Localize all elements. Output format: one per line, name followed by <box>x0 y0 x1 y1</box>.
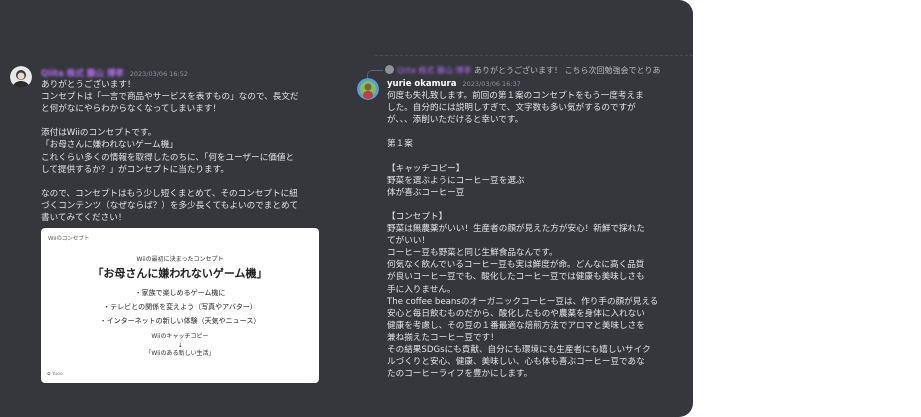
attachment-title: 「お母さんに嫌われないゲーム機」 <box>92 267 268 280</box>
right-message-panel: Qiita 株式 藤山 博孝 ありがとうございます！ こちら次回勉強会でとりあ … <box>345 0 693 417</box>
message-header: Qiita 株式 藤山 博孝 2023/03/06 16:52 <box>41 67 188 79</box>
message-line: した。自分的には説明しすぎで、文字数も多い気がするのですが <box>387 103 636 114</box>
message-body: 何度も失礼致します。前回の第１案のコンセプトをもう一度考えま した。自分的には説明… <box>387 90 658 380</box>
message-line: 何気なく飲んでいるコーヒー豆も実は鮮度が命。どんなに高く品質 <box>387 260 645 271</box>
attachment-bullet: ・家族で楽しめるゲーム機に <box>134 289 226 297</box>
message-line: コンセプトは「一言で商品やサービスを表すもの」なので、長文だ <box>41 92 299 103</box>
message-line: 体が喜ぶコーヒー豆 <box>387 187 465 198</box>
message-line: 野菜を選ぶようにコーヒー豆を選ぶ <box>387 175 525 186</box>
message-line: 第１案 <box>387 139 413 150</box>
message-line: 【キャッチコピー】 <box>387 163 465 174</box>
attachment-copy-heading: Wiiのキャッチコピー <box>151 333 209 340</box>
left-message-panel: Qiita 株式 藤山 博孝 2023/03/06 16:52 ありがとうございま… <box>0 0 345 417</box>
message-line: して提供するか？」がコンセプトに当たります。 <box>41 164 229 175</box>
message-line: 添付はWiiのコンセプトです。 <box>41 128 157 139</box>
message-timestamp: 2023/03/06 16:52 <box>129 70 188 78</box>
author-name[interactable]: Qiita 株式 藤山 博孝 <box>41 69 124 79</box>
message-line: が、、、添削いただけると幸いです。 <box>387 115 524 126</box>
attachment-logo: ✿ Yuoo <box>47 372 63 377</box>
attachment-bullet: ・インターネットの新しい体験（天気やニュース） <box>99 317 261 325</box>
message-line: 野菜は無農薬がいい！生産者の顔が見えた方が安心！新鮮で採れた <box>387 224 645 235</box>
message-line: コーヒー豆も野菜と同じ生鮮食品なんです。 <box>387 248 558 259</box>
attachment-copy: 「Wiiのある新しい生活」 <box>145 350 215 357</box>
message-line: たのコーヒーライフを豊かにします。 <box>387 369 533 380</box>
message-line: ありがとうございます！ <box>41 80 136 90</box>
message-line: 書いてみてください！ <box>41 213 127 224</box>
message-line: ルづくりと安心、健康、美味しい、心も体も喜ぶコーヒー豆であな <box>387 357 645 368</box>
author-avatar[interactable] <box>357 78 379 100</box>
message-line: これくらい多くの情報を取得したのちに、「何をユーザーに価値と <box>41 152 295 163</box>
message-line: なので、コンセプトはもう少し短くまとめて、そのコンセプトに紐 <box>41 188 298 199</box>
divider <box>375 55 693 56</box>
message-line: が良いコーヒー豆でも、酸化したコーヒー豆では健康も美味しさも <box>387 272 645 283</box>
message-timestamp: 2023/03/06 16:37 <box>462 80 521 88</box>
attachment-image[interactable]: Wiiのコンセプト Wiiの最初に決まったコンセプト 「お母さんに嫌われないゲー… <box>41 228 319 383</box>
chat-window: Qiita 株式 藤山 博孝 2023/03/06 16:52 ありがとうございま… <box>0 0 693 417</box>
attachment-bullet-list: ・家族で楽しめるゲーム機に ・テレビとの関係を変えよう（写真やアバター） ・イン… <box>41 286 319 328</box>
message-line <box>41 176 298 188</box>
message-line <box>387 150 658 162</box>
reply-text[interactable]: ありがとうございます！ こちら次回勉強会でとりあ <box>474 66 661 75</box>
attachment-corner-label: Wiiのコンセプト <box>48 236 90 242</box>
reply-preview[interactable]: Qiita 株式 藤山 博孝 ありがとうございます！ こちら次回勉強会でとりあ <box>385 65 661 76</box>
message-line: The coffee beansのオーガニックコーヒー豆は、作り手の顔が見える <box>387 296 659 307</box>
message-body: ありがとうございます！ コンセプトは「一言で商品やサービスを表すもの」なので、長文… <box>41 79 298 224</box>
message-line: その結果SDGsにも貢献、自分にも環境にも生産者にも嬉しいサイク <box>387 344 651 355</box>
avatar-portrait-icon <box>357 78 379 100</box>
reply-author[interactable]: Qiita 株式 藤山 博孝 <box>397 66 471 75</box>
message-header: yurie okamura 2023/03/06 16:37 <box>387 79 521 89</box>
message-line: 手に入りません。 <box>387 284 456 295</box>
message-line: 「お母さんに嫌われないゲーム機」 <box>41 140 178 151</box>
avatar-portrait-icon <box>10 66 32 88</box>
message-line: と何がなにやらわからなくなってしまいます！ <box>41 104 222 115</box>
message-line: てがいい！ <box>387 236 430 247</box>
message-line: 【コンセプト】 <box>387 211 448 222</box>
message-line <box>387 199 658 211</box>
attachment-copy-block: Wiiのキャッチコピー ↓ 「Wiiのある新しい生活」 <box>41 333 319 359</box>
message-line: 安心と毎日飲むものだから、酸化したものや農薬を身体に入れない <box>387 308 645 319</box>
author-name[interactable]: yurie okamura <box>387 79 457 89</box>
message-line: 兼ね揃えたコーヒー豆です！ <box>387 332 499 343</box>
message-line: 健康を考慮し、その豆の１番最適な焙煎方法でアロマと美味しさを <box>387 320 645 331</box>
arrow-down-icon: ↓ <box>177 341 183 349</box>
message-line: 何度も失礼致します。前回の第１案のコンセプトをもう一度考えま <box>387 91 644 101</box>
author-avatar[interactable] <box>10 66 32 88</box>
attachment-subtitle: Wiiの最初に決まったコンセプト <box>136 256 224 263</box>
message-line: づくコンテンツ（なぜならば？）を多少長くてもよいのでまとめて <box>41 200 299 211</box>
message-line <box>41 115 298 127</box>
attachment-bullet: ・テレビとの関係を変えよう（写真やアバター） <box>103 303 257 311</box>
reply-avatar-icon <box>385 65 394 74</box>
message-line <box>387 126 658 138</box>
